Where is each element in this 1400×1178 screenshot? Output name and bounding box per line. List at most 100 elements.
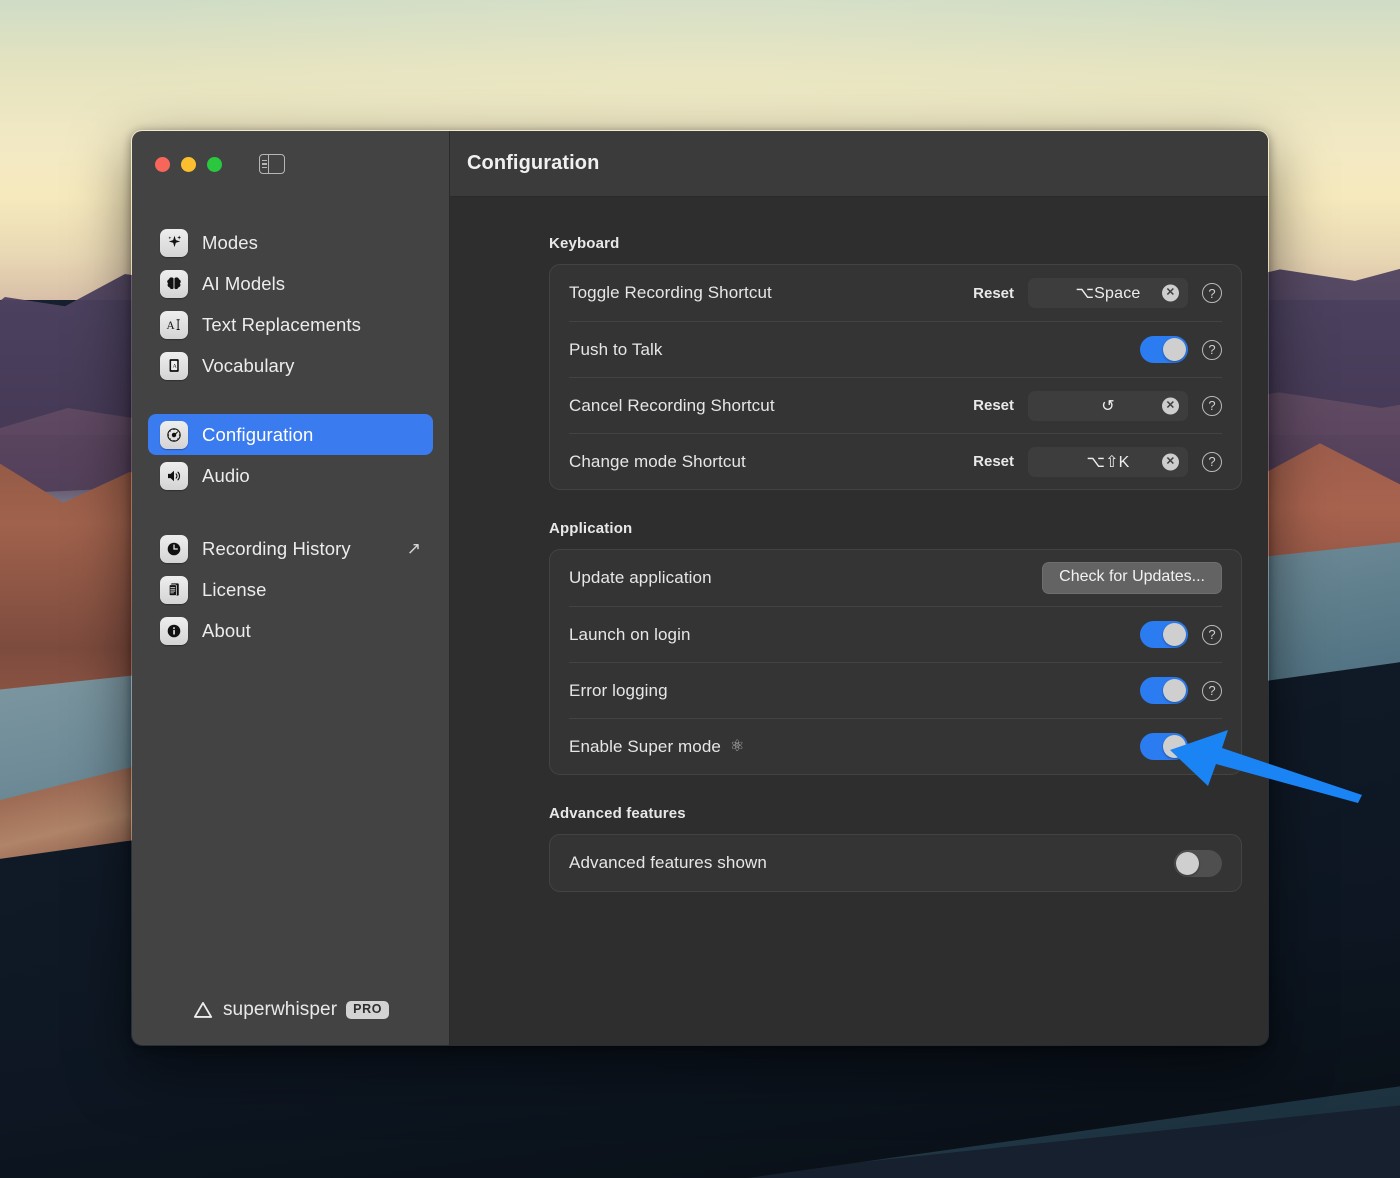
toggle-knob [1163,735,1186,758]
check-for-updates-button[interactable]: Check for Updates... [1042,562,1222,594]
sidebar-toggle-icon[interactable] [259,154,285,174]
row-launch-on-login: Launch on login ? [569,606,1222,662]
row-label: Toggle Recording Shortcut [569,283,772,302]
brand-name: superwhisper [222,999,338,1020]
reset-button[interactable]: Reset [973,453,1014,470]
row-cancel-recording-shortcut: Cancel Recording Shortcut Reset ↺ ✕ ? [569,377,1222,433]
push-to-talk-toggle[interactable] [1140,336,1188,363]
reset-button[interactable]: Reset [973,285,1014,302]
sidebar-item-label: Vocabulary [202,354,295,376]
row-controls: Reset ⌥Space ✕ ? [973,278,1222,308]
sidebar-item-audio[interactable]: Audio [148,455,433,496]
row-controls: Check for Updates... [1042,562,1222,594]
help-badge[interactable]: ? [1202,451,1222,472]
zoom-button[interactable] [207,156,222,172]
sidebar-item-label: About [202,619,251,641]
shortcut-field[interactable]: ⌥Space ✕ [1028,278,1188,308]
sidebar-item-about[interactable]: About [148,610,433,651]
row-label: Launch on login [569,624,691,644]
application-card: Update application Check for Updates... … [549,549,1242,775]
shortcut-value: ↺ [1101,397,1115,415]
shortcut-field[interactable]: ↺ ✕ [1028,390,1188,421]
toggle-knob [1176,851,1199,875]
sidebar-item-label: Modes [202,231,259,253]
error-logging-toggle[interactable] [1140,677,1188,704]
section-heading: Advanced features [549,805,686,822]
clock-icon [160,534,188,563]
row-push-to-talk: Push to Talk ? [569,321,1222,377]
row-enable-super-mode: Enable Super mode ⚛ ? [569,718,1222,774]
section-heading: Keyboard [549,235,620,252]
help-badge[interactable]: ? [1202,395,1222,416]
row-label: Enable Super mode ⚛ [569,737,744,757]
row-controls: ? [1140,336,1222,363]
row-label: Advanced features shown [569,853,767,872]
toggle-knob [1163,338,1186,361]
sidebar-item-configuration[interactable]: Configuration [148,414,433,455]
row-change-mode-shortcut: Change mode Shortcut Reset ⌥⇧K ✕ ? [569,433,1222,489]
svg-text:A: A [167,319,176,331]
sidebar-nav: Modes AI Models A Text Replacements A Vo… [132,197,449,651]
sidebar-item-label: License [202,578,267,600]
sidebar-item-label: Configuration [202,423,314,445]
sidebar-item-license[interactable]: License [148,569,433,610]
minimize-button[interactable] [181,156,196,172]
sidebar-group-settings: Configuration Audio [148,414,433,496]
keyboard-card: Toggle Recording Shortcut Reset ⌥Space ✕… [549,264,1242,490]
section-heading: Application [549,520,633,537]
main-panel: Configuration Keyboard Toggle Recording … [450,131,1268,1045]
sidebar: Modes AI Models A Text Replacements A Vo… [132,131,450,1045]
superwhisper-window: Modes AI Models A Text Replacements A Vo… [131,130,1269,1046]
sidebar-item-recording-history[interactable]: Recording History ↗ [148,528,433,569]
launch-on-login-toggle[interactable] [1140,621,1188,648]
enable-super-mode-help-badge[interactable]: ? [1202,736,1222,757]
superwhisper-triangle-logo [193,1002,213,1018]
row-label: Change mode Shortcut [569,451,746,471]
enable-super-mode-toggle[interactable] [1140,733,1188,760]
settings-body: Keyboard Toggle Recording Shortcut Reset… [450,197,1268,922]
sidebar-divider-gap-1 [148,386,433,414]
row-error-logging: Error logging ? [569,662,1222,718]
clear-shortcut-button[interactable]: ✕ [1162,453,1179,470]
gear-icon [160,420,188,449]
row-controls: Reset ⌥⇧K ✕ ? [973,446,1222,477]
row-label: Update application [569,568,712,587]
advanced-features-card: Advanced features shown [549,834,1242,892]
toggle-knob [1163,679,1186,702]
sidebar-item-label: AI Models [202,272,286,294]
text-cursor-icon: A [160,310,188,339]
sidebar-item-ai-models[interactable]: AI Models [148,263,433,304]
shortcut-value: ⌥Space [1075,285,1141,302]
page-title: Configuration [467,152,600,174]
info-icon [160,616,188,645]
sidebar-item-text-replacements[interactable]: A Text Replacements [148,304,433,345]
advanced-features-shown-toggle[interactable] [1174,849,1222,877]
window-controls [132,131,449,197]
section-advanced-features: Advanced features Advanced features show… [549,805,1242,892]
close-button[interactable] [155,156,170,172]
help-badge[interactable]: ? [1202,283,1222,303]
shortcut-field[interactable]: ⌥⇧K ✕ [1028,446,1188,477]
sidebar-footer: superwhisper PRO [132,999,449,1045]
sidebar-divider-gap-2 [148,496,433,528]
row-controls: ? [1140,677,1222,704]
help-badge[interactable]: ? [1202,624,1222,645]
toggle-knob [1163,623,1186,646]
reset-button[interactable]: Reset [973,397,1014,414]
document-icon [160,575,188,604]
help-badge[interactable]: ? [1202,680,1222,701]
speaker-icon [160,461,188,490]
sidebar-item-vocabulary[interactable]: A Vocabulary [148,345,433,386]
row-label: Push to Talk [569,339,663,359]
shortcut-value: ⌥⇧K [1086,453,1130,471]
clear-shortcut-button[interactable]: ✕ [1162,284,1179,302]
help-badge[interactable]: ? [1202,339,1222,360]
row-label: Error logging [569,680,668,700]
clear-shortcut-button[interactable]: ✕ [1162,397,1179,414]
sidebar-item-label: Text Replacements [202,313,362,335]
sidebar-group-secondary: Recording History ↗ License About [148,528,433,651]
sidebar-item-modes[interactable]: Modes [148,222,433,263]
section-application: Application Update application Check for… [549,520,1242,775]
section-keyboard: Keyboard Toggle Recording Shortcut Reset… [549,235,1242,490]
row-controls: ? [1140,733,1222,760]
